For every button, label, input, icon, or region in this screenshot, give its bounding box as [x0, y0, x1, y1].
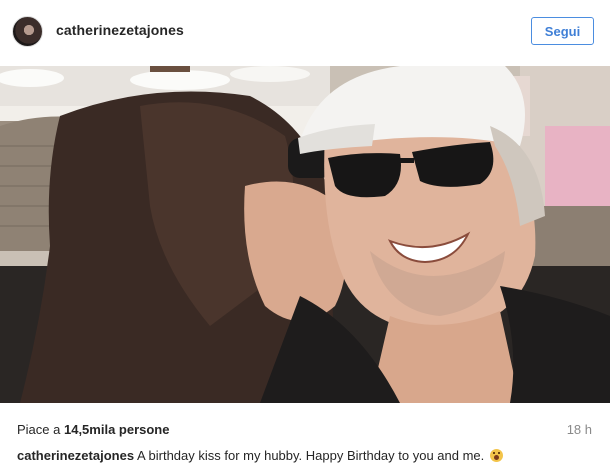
astonished-face-icon [489, 449, 503, 462]
likes-number[interactable]: 14,5mila persone [64, 422, 170, 437]
username-link[interactable]: catherinezetajones [56, 22, 184, 38]
post-header: catherinezetajones Segui [0, 0, 610, 64]
photo-illustration [0, 66, 610, 403]
instagram-post: catherinezetajones Segui Piace a 14,5mil… [0, 0, 610, 474]
post-caption: catherinezetajones A birthday kiss for m… [17, 448, 503, 463]
likes-prefix: Piace a [17, 422, 64, 437]
likes-count[interactable]: Piace a 14,5mila persone [17, 422, 169, 437]
follow-button[interactable]: Segui [531, 17, 594, 45]
avatar[interactable] [12, 16, 43, 47]
caption-text: A birthday kiss for my hubby. Happy Birt… [134, 448, 488, 463]
post-timestamp[interactable]: 18 h [567, 422, 592, 437]
post-photo[interactable] [0, 66, 610, 403]
caption-username[interactable]: catherinezetajones [17, 448, 134, 463]
